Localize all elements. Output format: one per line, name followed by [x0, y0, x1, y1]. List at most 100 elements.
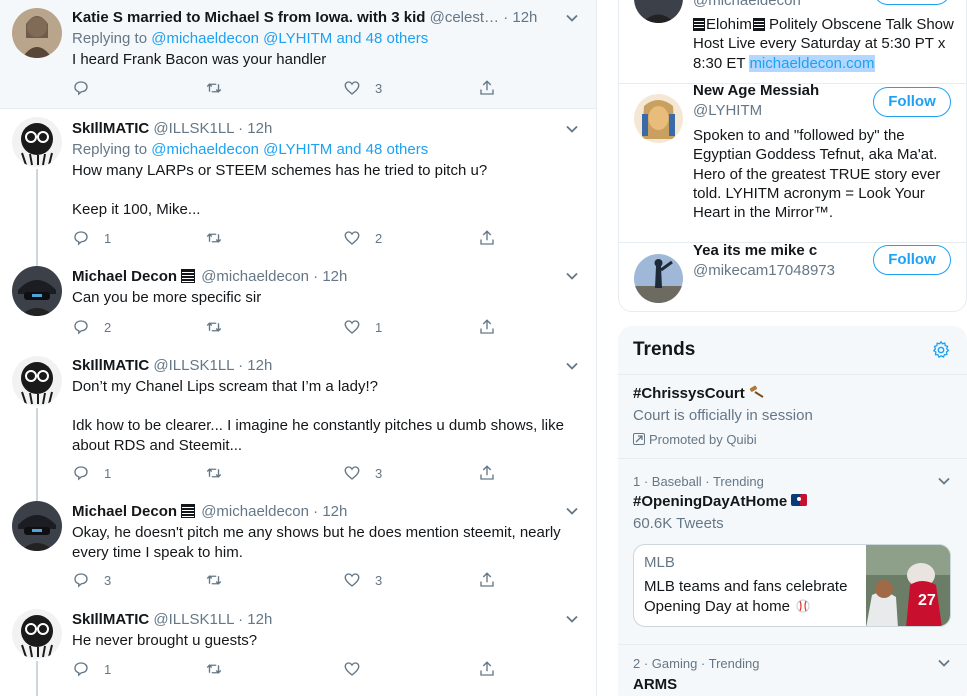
share-icon: [480, 319, 494, 334]
reply-icon: [74, 466, 88, 481]
suggestion-handle[interactable]: @LYHITM: [693, 101, 762, 121]
chevron-down-icon[interactable]: [937, 474, 951, 488]
author-handle[interactable]: @michaeldecon: [201, 268, 309, 285]
like-button[interactable]: 3: [343, 78, 382, 98]
author-handle[interactable]: @ILLSK1LL: [153, 120, 234, 137]
replying-to: Replying to @michaeldecon @LYHITM and 48…: [72, 29, 428, 49]
chevron-down-icon[interactable]: [565, 612, 579, 626]
share-button[interactable]: [478, 570, 496, 590]
avatar[interactable]: [634, 254, 683, 303]
tweet-time[interactable]: · 12h: [238, 611, 272, 628]
avatar[interactable]: [634, 94, 683, 143]
avatar[interactable]: [12, 356, 62, 406]
share-button[interactable]: [478, 228, 496, 248]
retweet-button[interactable]: [205, 228, 237, 248]
suggestion-name[interactable]: Yea its me mike c: [693, 241, 817, 261]
reply-button[interactable]: 2: [72, 317, 111, 337]
like-button[interactable]: 2: [343, 228, 382, 248]
retweet-button[interactable]: [205, 659, 237, 679]
replying-to-links[interactable]: @michaeldecon @LYHITM and 48 others: [151, 141, 428, 158]
like-count: 3: [375, 465, 383, 481]
reply-button[interactable]: [72, 78, 104, 98]
retweet-icon: [206, 83, 222, 93]
author-name[interactable]: Michael Decon: [72, 268, 177, 285]
trends-title: Trends: [633, 339, 696, 360]
author-name[interactable]: Michael Decon: [72, 503, 177, 520]
author-name[interactable]: SkIllMATIC: [72, 120, 149, 137]
reply-button[interactable]: 1: [72, 228, 111, 248]
follow-button[interactable]: [873, 0, 951, 5]
tweet-time[interactable]: · 12h: [313, 268, 347, 285]
follow-suggestion[interactable]: New Age Messiah @LYHITM Follow Spoken to…: [619, 81, 966, 243]
like-button[interactable]: 3: [343, 463, 382, 483]
reply-button[interactable]: 1: [72, 463, 111, 483]
share-button[interactable]: [478, 463, 496, 483]
trend-name[interactable]: ARMS: [633, 675, 677, 695]
follow-suggestion[interactable]: @michaeldecon Elohim Politely Obscene Ta…: [619, 0, 966, 84]
tweet[interactable]: Michael Decon @michaeldecon · 12h Can yo…: [0, 256, 596, 346]
author-handle[interactable]: @michaeldecon: [201, 503, 309, 520]
tweet[interactable]: Katie S married to Michael S from Iowa. …: [0, 0, 596, 109]
avatar[interactable]: [12, 266, 62, 316]
avatar[interactable]: [634, 0, 683, 23]
suggestion-name[interactable]: New Age Messiah: [693, 81, 819, 101]
gear-icon[interactable]: [931, 340, 951, 360]
author-name[interactable]: Katie S married to Michael S from Iowa. …: [72, 9, 425, 26]
share-button[interactable]: [478, 78, 496, 98]
reply-button[interactable]: 1: [72, 659, 111, 679]
tweet-header: SkIllMATIC @ILLSK1LL · 12h: [72, 356, 583, 376]
news-card[interactable]: MLB MLB teams and fans celebrate Opening…: [633, 544, 951, 627]
retweet-button[interactable]: [205, 570, 237, 590]
avatar[interactable]: [12, 501, 62, 551]
tweet-time[interactable]: · 12h: [313, 503, 347, 520]
tweet-actions: 2 1: [72, 317, 502, 337]
follow-suggestion[interactable]: Yea its me mike c @mikecam17048973 Follo…: [619, 241, 966, 311]
reply-button[interactable]: 3: [72, 570, 111, 590]
tweet[interactable]: SkIllMATIC @ILLSK1LL · 12h Don’t my Chan…: [0, 346, 596, 494]
suggestion-handle[interactable]: @michaeldecon: [693, 0, 801, 11]
avatar[interactable]: [12, 8, 62, 58]
retweet-button[interactable]: [205, 317, 237, 337]
follow-button[interactable]: Follow: [873, 87, 951, 117]
retweet-button[interactable]: [205, 78, 237, 98]
retweet-icon: [206, 233, 222, 243]
author-handle[interactable]: @ILLSK1LL: [153, 357, 234, 374]
author-name[interactable]: SkIllMATIC: [72, 611, 149, 628]
chevron-down-icon[interactable]: [565, 504, 579, 518]
tweet-text-line: He never brought u guests?: [72, 632, 258, 649]
chevron-down-icon[interactable]: [565, 269, 579, 283]
tweet[interactable]: SkIllMATIC @ILLSK1LL · 12h Replying to @…: [0, 109, 596, 257]
news-thumbnail[interactable]: 27: [866, 545, 950, 627]
news-headline-text: MLB teams and fans celebrate Opening Day…: [644, 578, 848, 615]
tweet-time[interactable]: · 12h: [503, 9, 537, 26]
share-button[interactable]: [478, 317, 496, 337]
chevron-down-icon[interactable]: [565, 11, 579, 25]
trend-name[interactable]: #OpeningDayAtHome: [633, 492, 808, 512]
suggestion-handle[interactable]: @mikecam17048973: [693, 261, 835, 281]
avatar[interactable]: [12, 609, 62, 659]
replying-to-links[interactable]: @michaeldecon @LYHITM and 48 others: [151, 30, 428, 47]
tweet-time[interactable]: · 12h: [238, 357, 272, 374]
tweet-header: SkIllMATIC @ILLSK1LL · 12h: [72, 119, 583, 139]
chevron-down-icon[interactable]: [565, 122, 579, 136]
tweet-time[interactable]: · 12h: [238, 120, 272, 137]
like-button[interactable]: 1: [343, 317, 382, 337]
author-name[interactable]: SkIllMATIC: [72, 357, 149, 374]
avatar[interactable]: [12, 117, 62, 167]
chevron-down-icon[interactable]: [937, 656, 951, 670]
bio-link[interactable]: michaeldecon.com: [749, 54, 875, 72]
like-button[interactable]: [343, 659, 375, 679]
suggestion-bio: Elohim Politely Obscene Talk Show Host L…: [693, 15, 959, 73]
retweet-button[interactable]: [205, 463, 237, 483]
tweet[interactable]: Michael Decon @michaeldecon · 12h Okay, …: [0, 493, 596, 601]
promoted-by[interactable]: Promoted by Quibi: [633, 432, 757, 448]
reply-icon: [74, 81, 88, 96]
author-handle[interactable]: @celest…: [430, 9, 499, 26]
trend-name[interactable]: #ChrissysCourt: [633, 384, 766, 404]
follow-button[interactable]: Follow: [873, 245, 951, 275]
author-handle[interactable]: @ILLSK1LL: [153, 611, 234, 628]
tweet[interactable]: SkIllMATIC @ILLSK1LL · 12h He never brou…: [0, 601, 596, 696]
like-button[interactable]: 3: [343, 570, 382, 590]
chevron-down-icon[interactable]: [565, 359, 579, 373]
share-button[interactable]: [478, 659, 496, 679]
